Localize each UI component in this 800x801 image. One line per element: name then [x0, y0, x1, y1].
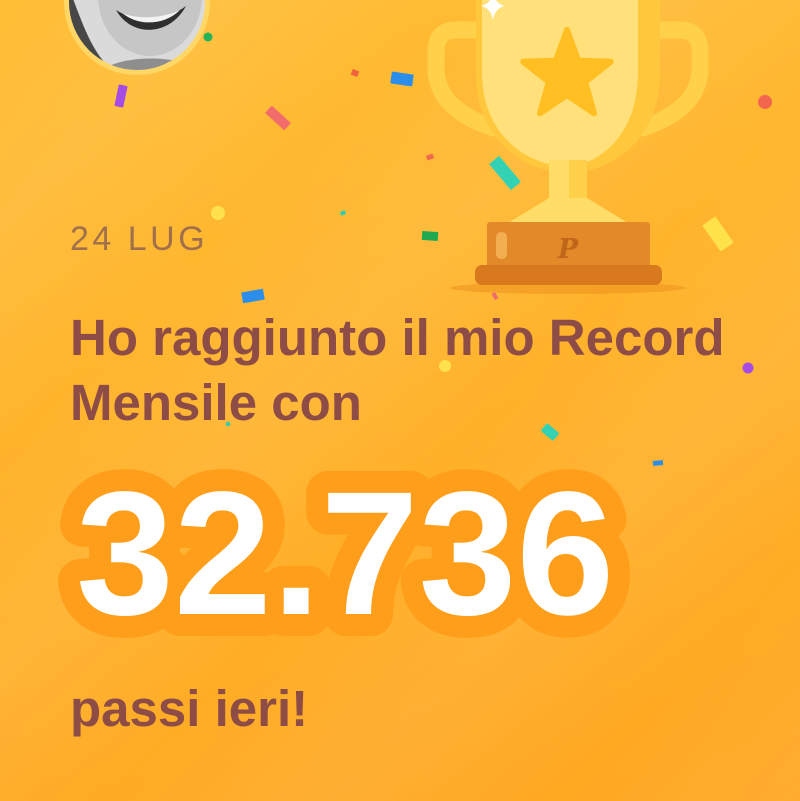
share-card: P 24 LUG Ho raggiunto il mio Record Mens… [0, 0, 800, 801]
step-count: 32.736 [76, 456, 614, 652]
subtitle: passi ieri! [70, 680, 309, 737]
